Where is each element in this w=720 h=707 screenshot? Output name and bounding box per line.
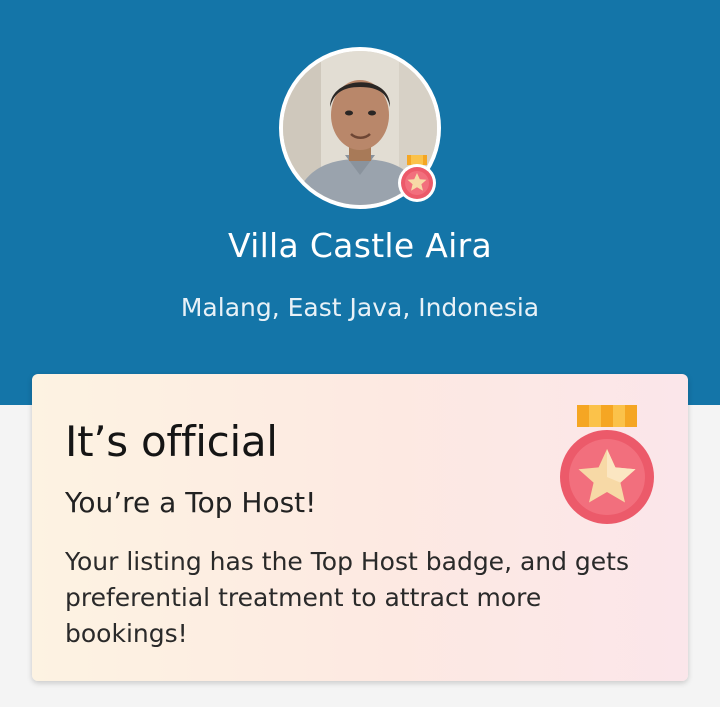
host-location: Malang, East Java, Indonesia: [180, 293, 540, 322]
top-host-badge-icon: [398, 155, 436, 202]
card-title: It’s official: [65, 417, 278, 466]
host-name: Villa Castle Aira: [227, 226, 493, 265]
card-subtitle: You’re a Top Host!: [65, 486, 317, 519]
top-host-card: It’s official You’re a Top Host! Your li…: [32, 374, 688, 681]
top-host-medal-icon: [560, 405, 654, 524]
host-avatar-container[interactable]: [279, 47, 441, 209]
card-body-text: Your listing has the Top Host badge, and…: [65, 547, 630, 648]
profile-header: Villa Castle Aira Malang, East Java, Ind…: [0, 0, 720, 405]
